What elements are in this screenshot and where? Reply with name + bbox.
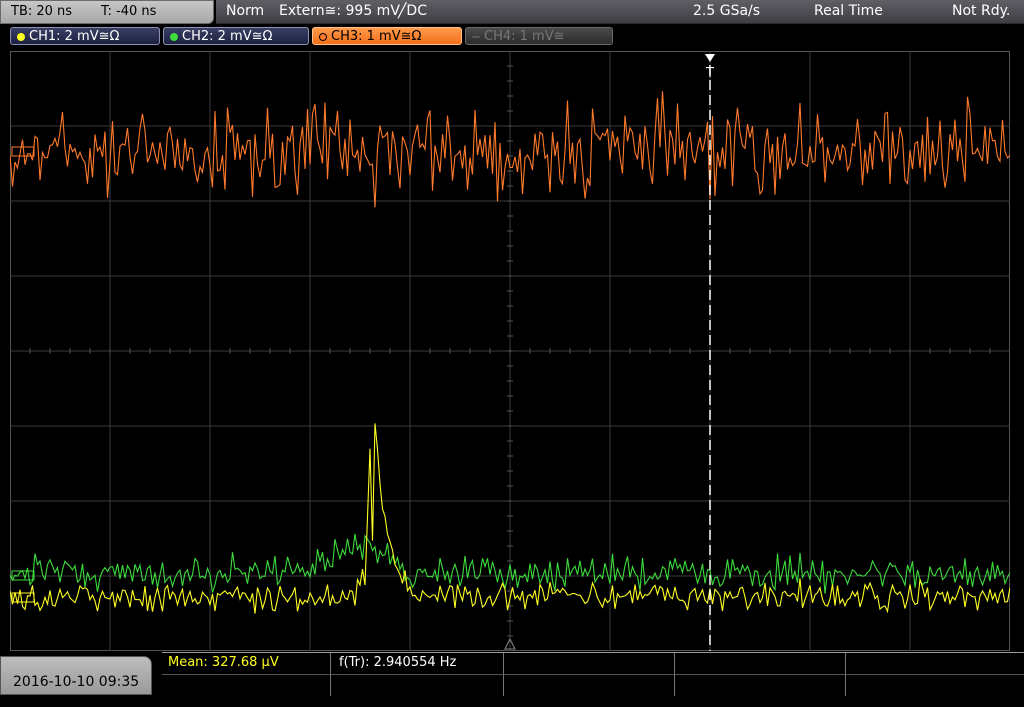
timebase-label: TB: 20 ns	[11, 4, 73, 19]
datetime-label: 2016-10-10 09:35	[13, 674, 140, 690]
trigger-slope-label: ╱DC	[398, 3, 427, 19]
trigger-frequency-measurement: f(Tr): 2.940554 Hz	[339, 655, 457, 670]
channel-2-button[interactable]: CH2: 2 mV≅Ω	[163, 27, 309, 45]
datetime-panel: 2016-10-10 09:35	[0, 656, 152, 695]
channel-4-button[interactable]: CH4: 1 mV≅	[465, 27, 613, 45]
measurement-table[interactable]: Mean: 327.68 µV f(Tr): 2.940554 Hz	[162, 652, 1024, 696]
waveform-display[interactable]: T	[10, 51, 1010, 651]
measurement-cell-empty[interactable]	[675, 653, 846, 675]
measurement-cell-empty[interactable]	[504, 653, 675, 675]
acquisition-status-bar[interactable]: Norm Extern≅: 995 mV ╱DC 2.5 GSa/s Real …	[216, 0, 1024, 24]
acquisition-mode-label: Real Time	[814, 3, 883, 19]
mean-measurement: Mean: 327.68 µV	[168, 655, 279, 670]
sample-rate-label: 2.5 GSa/s	[693, 3, 761, 19]
trigger-mode-label: Norm	[226, 3, 265, 19]
trigger-time-label: T: -40 ns	[101, 4, 157, 19]
trigger-source-label: Extern≅: 995 mV	[279, 3, 400, 19]
ready-state-label: Not Rdy.	[952, 3, 1011, 19]
timebase-panel[interactable]: TB: 20 ns T: -40 ns	[0, 0, 214, 24]
channel-2-label: CH2: 2 mV≅Ω	[182, 29, 273, 44]
channel-4-indicator-icon	[472, 36, 480, 38]
waveform-canvas: T	[10, 51, 1010, 651]
channel-4-label: CH4: 1 mV≅	[484, 29, 565, 44]
channel-bar: CH1: 2 mV≅Ω CH2: 2 mV≅Ω CH3: 1 mV≅Ω CH4:…	[0, 24, 1024, 48]
measurement-cell-empty[interactable]	[331, 675, 504, 696]
measurement-cell-empty[interactable]	[846, 653, 1024, 675]
channel-3-indicator-icon	[319, 33, 327, 41]
channel-3-button[interactable]: CH3: 1 mV≅Ω	[312, 27, 462, 45]
measurement-cell-empty[interactable]	[846, 675, 1024, 696]
channel-1-indicator-icon	[17, 33, 25, 41]
channel-1-label: CH1: 2 mV≅Ω	[29, 29, 120, 44]
channel-2-indicator-icon	[170, 33, 178, 41]
channel-3-label: CH3: 1 mV≅Ω	[331, 29, 422, 44]
measurement-cell-mean[interactable]: Mean: 327.68 µV	[162, 653, 331, 675]
top-status-bar: TB: 20 ns T: -40 ns Norm Extern≅: 995 mV…	[0, 0, 1024, 24]
trigger-position-icon[interactable]	[705, 54, 715, 62]
measurement-cell-empty[interactable]	[162, 675, 331, 696]
measurement-cell-freq[interactable]: f(Tr): 2.940554 Hz	[331, 653, 504, 675]
measurement-cell-empty[interactable]	[504, 675, 675, 696]
measurement-cell-empty[interactable]	[675, 675, 846, 696]
channel-1-button[interactable]: CH1: 2 mV≅Ω	[10, 27, 160, 45]
